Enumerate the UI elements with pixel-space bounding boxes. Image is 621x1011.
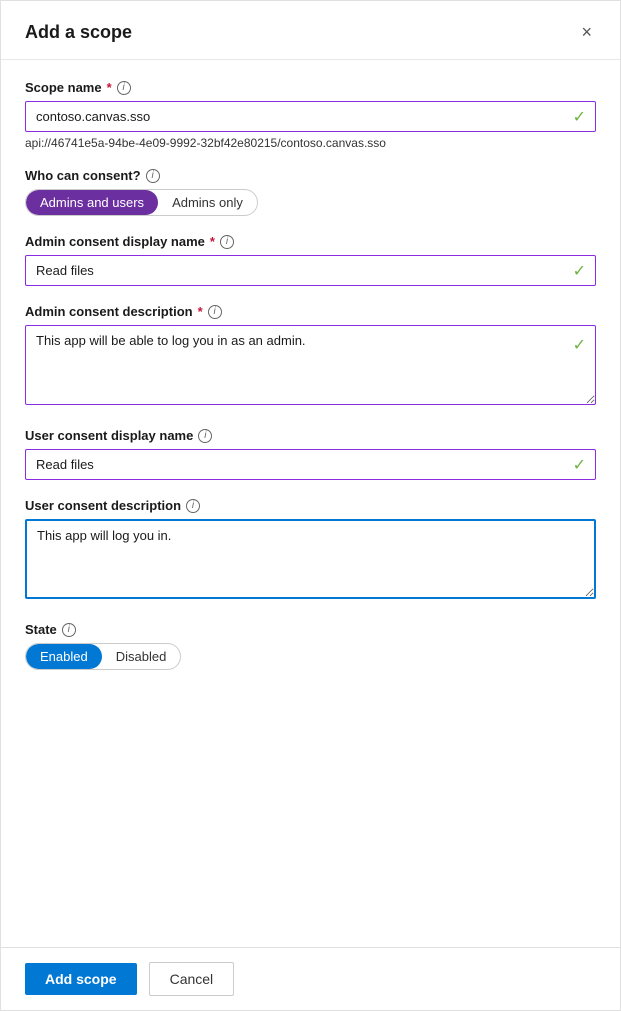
scope-name-info-icon[interactable]: i (117, 81, 131, 95)
scope-name-input-wrapper: ✓ (25, 101, 596, 132)
admin-consent-display-name-input[interactable] (25, 255, 596, 286)
scope-name-field: Scope name * i ✓ api://46741e5a-94be-4e0… (25, 80, 596, 150)
who-can-consent-field: Who can consent? i Admins and users Admi… (25, 168, 596, 216)
admin-consent-description-label: Admin consent description * i (25, 304, 596, 319)
dialog-header: Add a scope × (1, 1, 620, 60)
admin-consent-display-name-check-icon: ✓ (573, 261, 586, 281)
scope-uri-text: api://46741e5a-94be-4e09-9992-32bf42e802… (25, 136, 596, 150)
admin-consent-display-name-wrapper: ✓ (25, 255, 596, 286)
who-can-consent-label: Who can consent? i (25, 168, 596, 183)
state-field: State i Enabled Disabled (25, 622, 596, 670)
state-info-icon[interactable]: i (62, 623, 76, 637)
admin-consent-display-name-label: Admin consent display name * i (25, 234, 596, 249)
admins-and-users-option[interactable]: Admins and users (26, 190, 158, 215)
admin-consent-display-name-field: Admin consent display name * i ✓ (25, 234, 596, 286)
admin-consent-description-wrapper: ✓ (25, 325, 596, 410)
admin-consent-description-textarea[interactable] (25, 325, 596, 405)
scope-name-label: Scope name * i (25, 80, 596, 95)
user-consent-display-name-check-icon: ✓ (573, 455, 586, 475)
admin-consent-description-info-icon[interactable]: i (208, 305, 222, 319)
admin-consent-display-name-info-icon[interactable]: i (220, 235, 234, 249)
user-consent-description-wrapper (25, 519, 596, 604)
user-consent-description-textarea[interactable] (25, 519, 596, 599)
admin-consent-description-field: Admin consent description * i ✓ (25, 304, 596, 410)
state-toggle: Enabled Disabled (25, 643, 181, 670)
required-indicator-3: * (198, 304, 203, 319)
user-consent-display-name-info-icon[interactable]: i (198, 429, 212, 443)
state-label: State i (25, 622, 596, 637)
user-consent-description-info-icon[interactable]: i (186, 499, 200, 513)
admin-consent-description-check-icon: ✓ (573, 335, 586, 355)
dialog-title: Add a scope (25, 22, 132, 43)
enabled-option[interactable]: Enabled (26, 644, 102, 669)
required-indicator-2: * (210, 234, 215, 249)
user-consent-display-name-field: User consent display name i ✓ (25, 428, 596, 480)
user-consent-display-name-input[interactable] (25, 449, 596, 480)
add-scope-dialog: Add a scope × Scope name * i ✓ api://467… (0, 0, 621, 1011)
disabled-option[interactable]: Disabled (102, 644, 181, 669)
who-can-consent-info-icon[interactable]: i (146, 169, 160, 183)
user-consent-description-label: User consent description i (25, 498, 596, 513)
close-button[interactable]: × (577, 19, 596, 45)
user-consent-display-name-label: User consent display name i (25, 428, 596, 443)
user-consent-description-field: User consent description i (25, 498, 596, 604)
dialog-footer: Add scope Cancel (1, 947, 620, 1010)
add-scope-button[interactable]: Add scope (25, 963, 137, 995)
scope-name-input[interactable] (25, 101, 596, 132)
required-indicator: * (107, 80, 112, 95)
admins-only-option[interactable]: Admins only (158, 190, 257, 215)
dialog-body: Scope name * i ✓ api://46741e5a-94be-4e0… (1, 60, 620, 947)
cancel-button[interactable]: Cancel (149, 962, 235, 996)
user-consent-display-name-wrapper: ✓ (25, 449, 596, 480)
scope-name-check-icon: ✓ (573, 107, 586, 127)
who-can-consent-toggle: Admins and users Admins only (25, 189, 258, 216)
